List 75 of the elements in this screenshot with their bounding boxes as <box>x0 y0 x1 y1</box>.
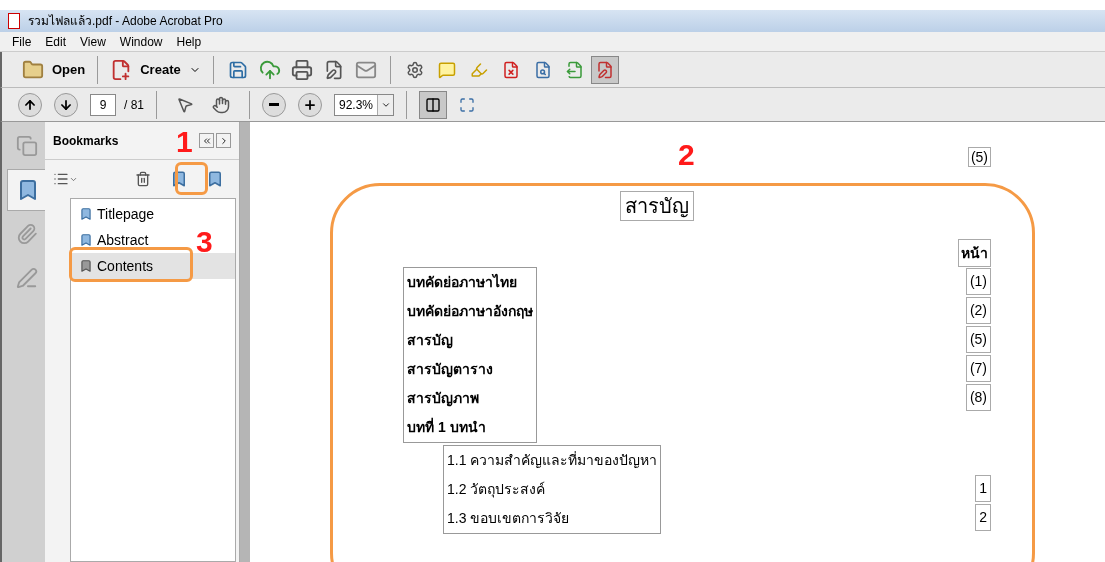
zoom-in-button[interactable] <box>298 92 322 117</box>
toc-entry: 1.3 ขอบเขตการวิจัย <box>447 509 571 528</box>
bookmark-icon <box>206 170 224 188</box>
bookmark-item[interactable]: Contents <box>71 253 235 279</box>
highlighter-icon <box>469 60 488 79</box>
document-delete-icon <box>501 60 520 79</box>
toc-page-number: (2) <box>965 297 991 324</box>
annotation-number: 1 <box>176 127 193 157</box>
folder-icon <box>22 58 44 81</box>
toc-page-number: 2 <box>975 504 991 531</box>
zoom-out-button[interactable] <box>262 92 286 117</box>
menu-item[interactable]: File <box>12 32 32 51</box>
bookmark-icon <box>79 233 93 247</box>
document-search-icon <box>533 60 552 79</box>
cloud-upload-icon <box>258 58 281 81</box>
toc-entry: 1.2 วัตถุประสงค์ <box>447 480 547 500</box>
bookmark-icon <box>79 207 93 221</box>
toc-entry: สารบัญตาราง <box>407 360 494 380</box>
list-icon <box>53 171 69 187</box>
pdf-icon <box>8 13 20 29</box>
menu-item[interactable]: Edit <box>45 32 67 51</box>
toc-entry: 1.1 ความสำคัญและที่มาของปัญหา <box>447 450 658 470</box>
create-button[interactable]: Create <box>106 53 205 86</box>
bookmark-icon <box>79 259 93 273</box>
fit-width-icon <box>425 96 442 113</box>
page-count: / 81 <box>124 96 144 114</box>
fit-page-icon <box>459 96 476 113</box>
panel-title: Bookmarks <box>53 132 119 150</box>
hand-icon <box>212 95 230 114</box>
options-button[interactable] <box>53 171 78 187</box>
document-pen-icon <box>595 60 614 79</box>
expand-panel-button[interactable] <box>216 133 231 148</box>
heading: สารบัญ <box>620 191 694 221</box>
plus-icon <box>303 97 317 112</box>
next-page-button[interactable] <box>54 92 78 117</box>
window-title: รวมไฟลแล้ว.pdf - Adobe Acrobat Pro <box>28 13 223 30</box>
fit-width-button[interactable] <box>419 90 448 119</box>
zoom-field[interactable]: 92.3% <box>334 93 395 116</box>
toc-page-number: 1 <box>975 475 991 502</box>
toc-page-number: (5) <box>965 326 991 353</box>
bookmark-tab[interactable] <box>7 169 47 211</box>
annotation-number: 2 <box>678 140 695 170</box>
trash-icon <box>135 171 151 187</box>
paperclip-icon <box>16 223 38 245</box>
toc-page-number: (1) <box>965 268 991 295</box>
arrow-down-icon <box>59 97 73 112</box>
bookmark-item[interactable]: Abstract <box>71 227 153 253</box>
previous-page-button[interactable] <box>18 92 42 117</box>
menu-item[interactable]: View <box>80 32 106 51</box>
menu-item[interactable]: Window <box>119 32 163 51</box>
bookmark-icon <box>170 170 188 188</box>
double-arrow-left-icon <box>201 135 212 146</box>
collapse-panel-button[interactable] <box>199 133 214 148</box>
sign-button[interactable] <box>590 55 619 84</box>
document-arrow-icon <box>565 60 584 79</box>
printer-icon <box>290 58 313 81</box>
toc-entry: สารบัญภาพ <box>407 389 480 409</box>
bookmark-item[interactable]: Titlepage <box>71 201 159 227</box>
toc-entry: บทคัดย่อภาษาไทย <box>407 273 518 292</box>
toc-page-number: (8) <box>965 384 991 411</box>
page-column-header: หน้า <box>958 239 991 267</box>
page-number-field[interactable]: 9 <box>90 93 116 116</box>
settings-icon <box>405 60 424 79</box>
pages-icon <box>16 135 38 157</box>
toc-entry: บทที่ 1 บทนำ <box>407 416 487 437</box>
open-button[interactable]: Open <box>18 53 90 86</box>
toc-page-number: (7) <box>965 355 991 382</box>
speech-bubble-icon <box>437 60 456 79</box>
pointer-icon <box>176 95 194 114</box>
toc-entry: สารบัญ <box>407 331 454 351</box>
pen-icon <box>16 267 38 289</box>
menu-item[interactable]: Help <box>176 32 202 51</box>
toc-entry: บทคัดย่อภาษาอังกฤษ <box>407 302 533 321</box>
minus-icon <box>269 103 279 106</box>
page-number: (5) <box>967 147 991 167</box>
